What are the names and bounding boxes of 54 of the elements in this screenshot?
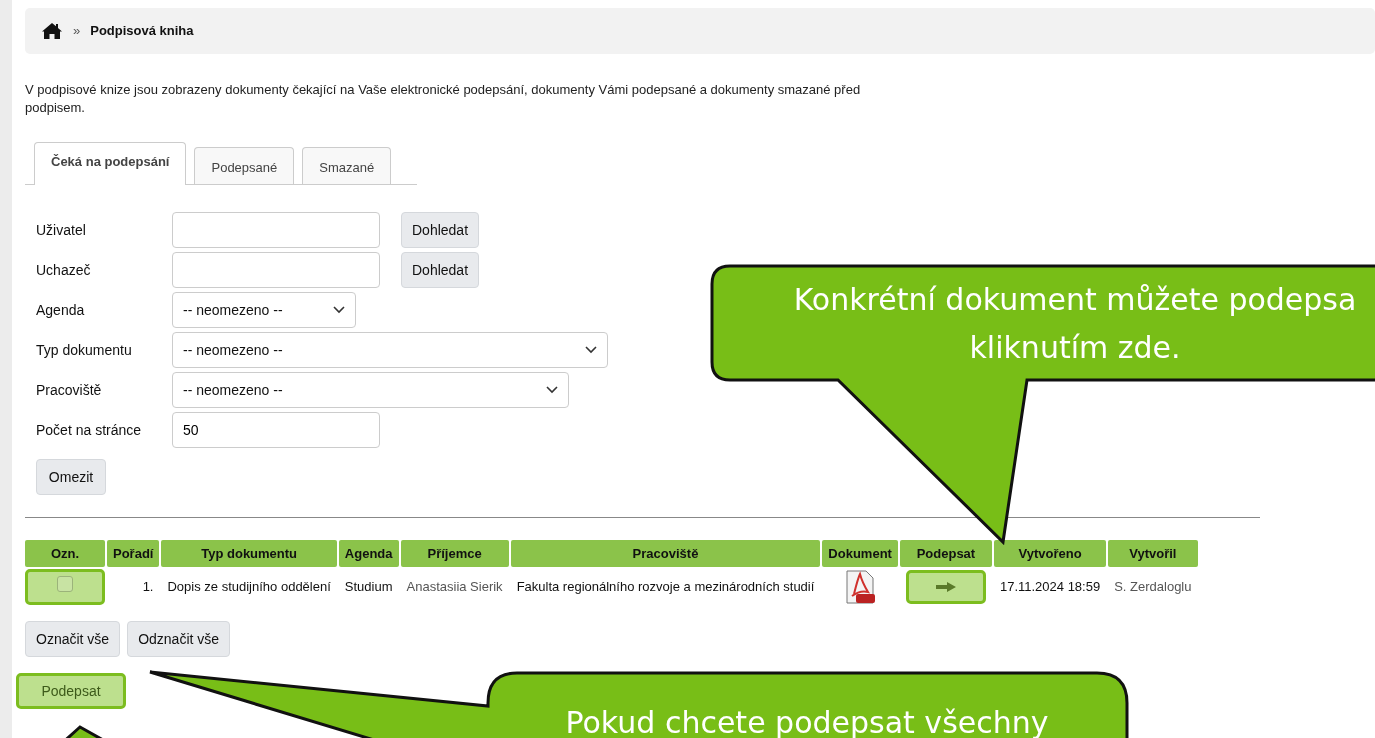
column-header: Ozn. xyxy=(25,540,105,567)
table-cell-text: Studium xyxy=(343,578,394,597)
column-header: Pracoviště xyxy=(510,540,821,567)
breadcrumb-current: Podpisová kniha xyxy=(90,22,194,41)
input-field[interactable] xyxy=(172,252,380,288)
select-field[interactable]: -- neomezeno -- xyxy=(172,372,569,408)
column-header: Vytvořeno xyxy=(993,540,1107,567)
callout-text: kliknutím zde. xyxy=(969,330,1181,365)
input-field[interactable]: 50 xyxy=(172,412,380,448)
field-label: Pracoviště xyxy=(36,380,103,400)
sign-all-button[interactable]: Podepsat xyxy=(16,673,126,709)
select-value: -- neomezeno -- xyxy=(183,380,283,400)
select-button[interactable]: Odznačit vše xyxy=(127,621,231,657)
filter-button[interactable]: Omezit xyxy=(36,459,106,495)
chevron-icon xyxy=(333,306,345,314)
table-cell-text: 17.11.2024 18:59 xyxy=(998,578,1102,597)
sign-button[interactable] xyxy=(905,570,986,604)
callout-text: Konkrétní dokument můžete podepsa xyxy=(793,282,1357,317)
column-header: Podepsat xyxy=(899,540,992,567)
column-header: Typ dokumentu xyxy=(161,540,337,567)
table-cell-text: Anastasiia Sierik xyxy=(405,578,504,597)
select-value: -- neomezeno -- xyxy=(183,300,283,320)
pdf-icon[interactable] xyxy=(844,570,877,604)
table-cell-text: Fakulta regionálního rozvoje a mezinárodních studií xyxy=(515,578,816,597)
field-label: Uchazeč xyxy=(36,260,92,280)
tab[interactable]: Podepsané xyxy=(194,147,295,184)
field-label: Agenda xyxy=(36,300,86,320)
tab[interactable]: Čeká na podepsání xyxy=(34,142,187,185)
breadcrumb-separator: » xyxy=(73,22,81,41)
field-label: Typ dokumentu xyxy=(36,340,133,360)
column-header: Agenda xyxy=(338,540,399,567)
chevron-icon xyxy=(585,346,597,354)
field-label: Počet na stránce xyxy=(36,420,143,440)
column-header: Dokument xyxy=(822,540,898,567)
column-header: Příjemce xyxy=(400,540,509,567)
column-header: Pořadí xyxy=(107,540,160,567)
input-field[interactable] xyxy=(172,212,380,248)
tab[interactable]: Smazané xyxy=(302,147,392,184)
select-value: -- neomezeno -- xyxy=(183,340,283,360)
select-field[interactable]: -- neomezeno -- xyxy=(172,292,356,328)
arrow-icon xyxy=(935,582,956,592)
search-button[interactable]: Dohledat xyxy=(401,252,480,288)
home-icon[interactable] xyxy=(41,22,63,40)
select-button[interactable]: Označit vše xyxy=(25,621,121,657)
table-cell-text: Dopis ze studijního oddělení xyxy=(166,578,332,597)
select-field[interactable]: -- neomezeno -- xyxy=(172,332,608,368)
table-cell-text: S. Zerdaloglu xyxy=(1113,578,1193,597)
intro-text: V podpisové knize jsou zobrazeny dokumenty čekající na Vaše elektronické podepsání, dokumenty Vámi podepsané a dokumenty smazané před podpisem. xyxy=(25,81,862,117)
search-button[interactable]: Dohledat xyxy=(401,212,480,248)
table-cell-text: 1. xyxy=(141,578,155,597)
chevron-icon xyxy=(546,386,558,394)
column-header: Vytvořil xyxy=(1108,540,1198,567)
checkbox[interactable] xyxy=(57,576,73,593)
field-label: Uživatel xyxy=(36,220,87,240)
